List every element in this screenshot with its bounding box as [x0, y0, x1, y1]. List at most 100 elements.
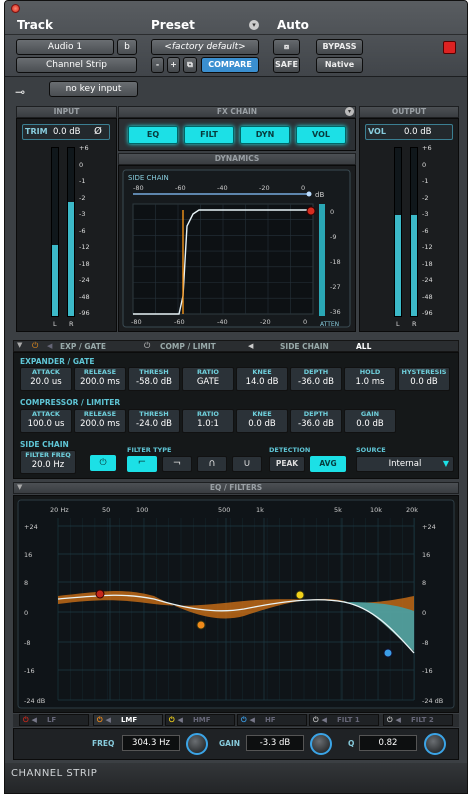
side-speaker-icon[interactable]: ◀	[248, 342, 253, 350]
threshold-handle[interactable]	[306, 206, 316, 216]
compressor-param-value[interactable]: 0.0 dB	[345, 419, 395, 429]
highpass-filter-icon[interactable]: ⌐	[127, 456, 157, 472]
expander-param-value[interactable]: 200.0 ms	[75, 377, 125, 387]
compressor-param-value[interactable]: -24.0 dB	[129, 419, 179, 429]
fx-dyn-button[interactable]: DYN	[240, 126, 290, 144]
expander-knee-param[interactable]: KNEE 14.0 dB	[236, 367, 288, 391]
eq-freq-knob[interactable]	[186, 733, 208, 755]
compressor-param-value[interactable]: 200.0 ms	[75, 419, 125, 429]
bandpass-filter-icon[interactable]: ∩	[197, 456, 227, 472]
eq-band-tab-filt-2[interactable]: ⏻ ◀ FILT 2	[383, 714, 453, 726]
eq-band-tab-filt-1[interactable]: ⏻ ◀ FILT 1	[309, 714, 379, 726]
eq-band-tab-hf[interactable]: ⏻ ◀ HF	[237, 714, 307, 726]
band-power-icon[interactable]: ⏻	[169, 716, 175, 724]
key-input-selector[interactable]: no key input	[49, 81, 138, 97]
compressor-param-value[interactable]: -36.0 dB	[291, 419, 341, 429]
tab-side-chain[interactable]: SIDE CHAIN	[280, 342, 329, 351]
band-listen-icon[interactable]: ◀	[178, 716, 183, 724]
expander-param-value[interactable]: -36.0 dB	[291, 377, 341, 387]
track-variant-selector[interactable]: b	[117, 39, 137, 55]
expander-release-param[interactable]: RELEASE 200.0 ms	[74, 367, 126, 391]
safe-button[interactable]: SAFE	[273, 57, 300, 73]
eq-hf-handle[interactable]	[383, 648, 393, 658]
eq-band-tab-hmf[interactable]: ⏻ ◀ HMF	[165, 714, 235, 726]
expander-param-value[interactable]: -58.0 dB	[129, 377, 179, 387]
expander-attack-param[interactable]: ATTACK 20.0 us	[20, 367, 72, 391]
expander-hold-param[interactable]: HOLD 1.0 ms	[344, 367, 396, 391]
fx-eq-button[interactable]: EQ	[128, 126, 178, 144]
source-selector[interactable]: Internal ▼	[356, 456, 454, 472]
eq-hmf-handle[interactable]	[295, 590, 305, 600]
filter-freq-value[interactable]: 20.0 Hz	[21, 460, 75, 470]
expander-thresh-param[interactable]: THRESH -58.0 dB	[128, 367, 180, 391]
filter-freq-param[interactable]: FILTER FREQ 20.0 Hz	[20, 450, 76, 474]
eq-q-knob[interactable]	[424, 733, 446, 755]
eq-q-value[interactable]: 0.82	[359, 735, 417, 751]
phase-invert-button[interactable]: Ø	[94, 126, 102, 137]
band-listen-icon[interactable]: ◀	[32, 716, 37, 724]
preset-next-button[interactable]: +	[167, 57, 180, 73]
insert-selector[interactable]: Channel Strip	[16, 57, 137, 73]
band-power-icon[interactable]: ⏻	[241, 716, 247, 724]
notch-filter-icon[interactable]: ∪	[232, 456, 262, 472]
eq-gain-value[interactable]: -3.3 dB	[246, 735, 304, 751]
band-power-icon[interactable]: ⏻	[23, 716, 29, 724]
band-listen-icon[interactable]: ◀	[322, 716, 327, 724]
band-power-icon[interactable]: ⏻	[97, 716, 103, 724]
expander-param-value[interactable]: 0.0 dB	[399, 377, 449, 387]
eq-lmf-handle[interactable]	[196, 620, 206, 630]
compressor-attack-param[interactable]: ATTACK 100.0 us	[20, 409, 72, 433]
tab-exp-gate[interactable]: EXP / GATE	[60, 342, 106, 351]
bypass-button[interactable]: BYPASS	[316, 39, 363, 55]
native-selector[interactable]: Native	[316, 57, 363, 73]
compressor-knee-param[interactable]: KNEE 0.0 dB	[236, 409, 288, 433]
trim-value[interactable]: 0.0 dB	[53, 127, 80, 137]
eq-band-tab-lf[interactable]: ⏻ ◀ LF	[19, 714, 89, 726]
preset-previous-button[interactable]: -	[151, 57, 164, 73]
compressor-depth-param[interactable]: DEPTH -36.0 dB	[290, 409, 342, 433]
collapse-dyn-icon[interactable]: ▼	[17, 341, 22, 349]
sidechain-level-marker[interactable]	[306, 191, 312, 197]
band-power-icon[interactable]: ⏻	[387, 716, 393, 724]
compressor-param-value[interactable]: 0.0 dB	[237, 419, 287, 429]
tab-comp-limit[interactable]: COMP / LIMIT	[160, 342, 216, 351]
band-listen-icon[interactable]: ◀	[106, 716, 111, 724]
expander-param-value[interactable]: GATE	[183, 377, 233, 387]
dynamics-graph[interactable]: SIDE CHAIN dB -80 -60 -40 -20 0 -80 -60 -40 -20 0…	[119, 166, 355, 331]
sidechain-filter-power-icon[interactable]: ⏻	[90, 455, 116, 471]
close-window-icon[interactable]	[11, 4, 20, 13]
auto-enable-icon[interactable]: ⧈	[273, 39, 300, 55]
expander-hysteresis-param[interactable]: HYSTERESIS 0.0 dB	[398, 367, 450, 391]
band-power-icon[interactable]: ⏻	[313, 716, 319, 724]
expander-ratio-param[interactable]: RATIO GATE	[182, 367, 234, 391]
preset-selector[interactable]: <factory default>	[151, 39, 259, 55]
track-selector[interactable]: Audio 1	[16, 39, 114, 55]
copy-settings-icon[interactable]: ⧉	[183, 57, 197, 73]
avg-button[interactable]: AVG	[310, 456, 346, 472]
peak-button[interactable]: PEAK	[269, 456, 305, 472]
band-listen-icon[interactable]: ◀	[396, 716, 401, 724]
expander-depth-param[interactable]: DEPTH -36.0 dB	[290, 367, 342, 391]
fxchain-menu-icon[interactable]: ▾	[345, 107, 354, 116]
eq-band-tab-lmf[interactable]: ⏻ ◀ LMF	[93, 714, 163, 726]
exp-speaker-icon[interactable]: ◀	[47, 342, 52, 350]
band-listen-icon[interactable]: ◀	[250, 716, 255, 724]
expander-param-value[interactable]: 20.0 us	[21, 377, 71, 387]
vol-value[interactable]: 0.0 dB	[404, 127, 431, 137]
expander-param-value[interactable]: 14.0 dB	[237, 377, 287, 387]
compare-button[interactable]: COMPARE	[201, 57, 259, 73]
eq-freq-value[interactable]: 304.3 Hz	[122, 735, 180, 751]
lowpass-filter-icon[interactable]: ¬	[162, 456, 192, 472]
expander-param-value[interactable]: 1.0 ms	[345, 377, 395, 387]
comp-power-icon[interactable]: ⏻	[144, 341, 150, 351]
compressor-release-param[interactable]: RELEASE 200.0 ms	[74, 409, 126, 433]
compressor-thresh-param[interactable]: THRESH -24.0 dB	[128, 409, 180, 433]
fx-vol-button[interactable]: VOL	[296, 126, 346, 144]
compressor-param-value[interactable]: 100.0 us	[21, 419, 71, 429]
eq-graph[interactable]: 20 Hz 50 100 500 1k 5k 10k 20k +24 16 8 0 -8 -16 -24 d…	[14, 496, 458, 712]
exp-power-icon[interactable]: ⏻	[32, 341, 38, 351]
eq-gain-knob[interactable]	[310, 733, 332, 755]
eq-lf-handle[interactable]	[95, 589, 105, 599]
compressor-gain-param[interactable]: GAIN 0.0 dB	[344, 409, 396, 433]
preset-menu-icon[interactable]: ▾	[249, 20, 259, 30]
